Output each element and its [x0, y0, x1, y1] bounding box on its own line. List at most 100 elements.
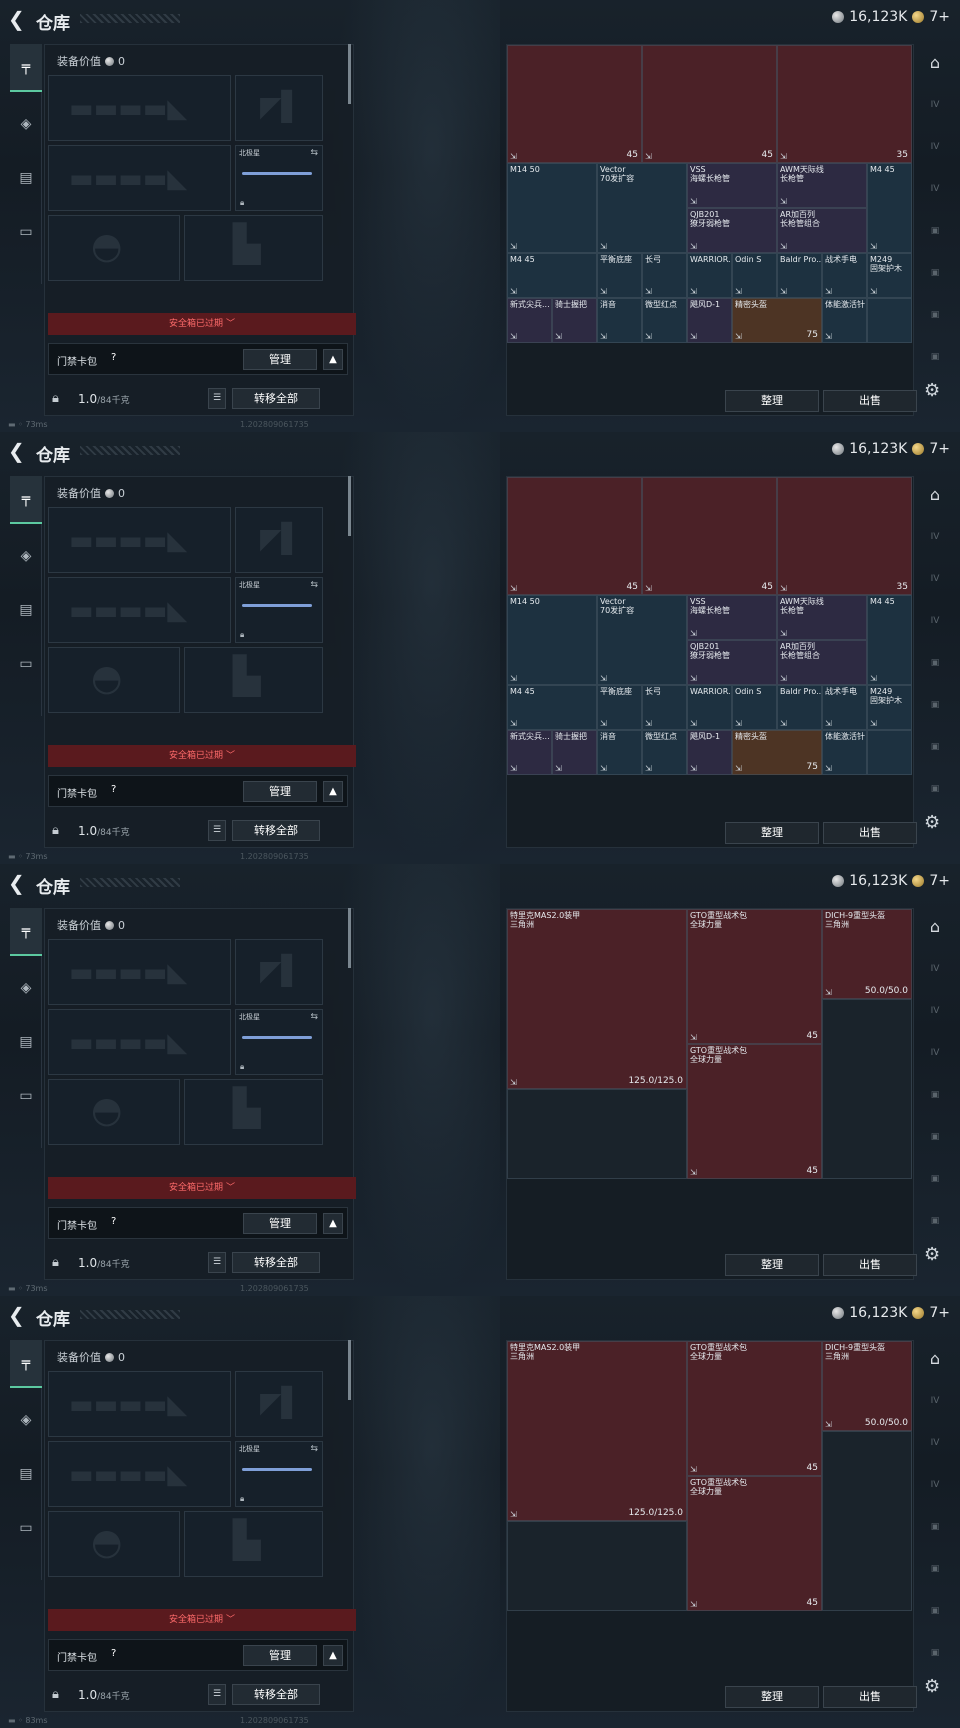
inventory-item[interactable]: 微型红点 ⇲: [642, 298, 687, 343]
secondary-weapon-slot[interactable]: ▬▬▬▬◣: [48, 577, 231, 643]
inventory-item[interactable]: 消音 ⇲: [597, 730, 642, 775]
storage-page-6-icon[interactable]: ▣: [922, 260, 948, 286]
sell-button[interactable]: 出售: [823, 1254, 917, 1276]
storage-page-6-icon[interactable]: ▣: [922, 1556, 948, 1582]
storage-page-5-icon[interactable]: ▣: [922, 650, 948, 676]
storage-page-3-icon[interactable]: IV: [922, 566, 948, 592]
pistol-slot[interactable]: ◤▌: [235, 507, 323, 573]
case-tab-icon[interactable]: ▭: [10, 1072, 42, 1120]
safe-box-expired-bar[interactable]: 安全箱已过期 ﹀: [48, 1609, 356, 1631]
inventory-item[interactable]: 精密头盔 75 ⇲: [732, 730, 822, 775]
storage-page-4-icon[interactable]: IV: [922, 176, 948, 202]
secondary-weapon-slot[interactable]: ▬▬▬▬◣: [48, 1009, 231, 1075]
case-tab-icon[interactable]: ▭: [10, 640, 42, 688]
help-icon[interactable]: ?: [111, 1216, 116, 1227]
armor-tab-icon[interactable]: ◈: [10, 1396, 42, 1444]
inventory-item[interactable]: 长弓 ⇲: [642, 253, 687, 298]
sort-button[interactable]: 整理: [725, 822, 819, 844]
inventory-item[interactable]: 特里克MAS2.0装甲 三角洲 125.0/125.0 ⇲: [507, 1341, 687, 1521]
safe-box-expired-bar[interactable]: 安全箱已过期 ﹀: [48, 745, 356, 767]
storage-page-3-icon[interactable]: IV: [922, 134, 948, 160]
inventory-item[interactable]: GTO重型战术包 全球力量 45 ⇲: [687, 1341, 822, 1476]
swap-icon[interactable]: ⇆: [310, 1444, 318, 1454]
inventory-item[interactable]: M14 50 ⇲: [507, 163, 597, 253]
swap-icon[interactable]: ⇆: [310, 1012, 318, 1022]
armor-tab-icon[interactable]: ◈: [10, 532, 42, 580]
back-chevron-icon[interactable]: ❮: [8, 1303, 25, 1327]
pistol-slot[interactable]: ◤▌: [235, 1371, 323, 1437]
sell-button[interactable]: 出售: [823, 1686, 917, 1708]
inventory-item[interactable]: 特里克MAS2.0装甲 三角洲 125.0/125.0 ⇲: [507, 909, 687, 1089]
gear-icon[interactable]: ⚙: [924, 1676, 940, 1697]
list-view-icon[interactable]: ☰: [208, 820, 226, 841]
transfer-all-button[interactable]: 转移全部: [232, 1252, 320, 1273]
inventory-item[interactable]: Baldr Pro... ⇲: [777, 685, 822, 730]
inventory-item[interactable]: 长弓 ⇲: [642, 685, 687, 730]
expand-caret-button[interactable]: ▲: [323, 781, 343, 802]
inventory-item[interactable]: DICH-9重型头盔 三角洲 50.0/50.0 ⇲: [822, 909, 912, 999]
expand-caret-button[interactable]: ▲: [323, 1645, 343, 1666]
inventory-item[interactable]: 45 ⇲: [642, 45, 777, 163]
manage-button[interactable]: 管理: [243, 1645, 317, 1666]
inventory-item[interactable]: 骑士握把 ⇲: [552, 730, 597, 775]
armor-slot[interactable]: ▙: [184, 647, 323, 713]
weapon-tab-icon[interactable]: ╤: [10, 44, 42, 92]
inventory-item[interactable]: M4 45 ⇲: [867, 595, 912, 685]
inventory-item[interactable]: 35 ⇲: [777, 45, 912, 163]
storage-page-1-icon[interactable]: ⌂: [922, 914, 948, 940]
storage-page-6-icon[interactable]: ▣: [922, 692, 948, 718]
inventory-item[interactable]: 微型红点 ⇲: [642, 730, 687, 775]
storage-page-8-icon[interactable]: ▣: [922, 776, 948, 802]
swap-icon[interactable]: ⇆: [310, 580, 318, 590]
transfer-all-button[interactable]: 转移全部: [232, 1684, 320, 1705]
helmet-slot[interactable]: ◓: [48, 647, 180, 713]
primary-weapon-slot[interactable]: ▬▬▬▬◣: [48, 1371, 231, 1437]
back-chevron-icon[interactable]: ❮: [8, 7, 25, 31]
inventory-item[interactable]: QJB201 獠牙弱枪管 ⇲: [687, 208, 777, 253]
storage-page-5-icon[interactable]: ▣: [922, 218, 948, 244]
helmet-slot[interactable]: ◓: [48, 1079, 180, 1145]
inventory-item[interactable]: Odin S ⇲: [732, 253, 777, 298]
inventory-item[interactable]: VSS 海螺长枪管 ⇲: [687, 163, 777, 208]
storage-page-4-icon[interactable]: IV: [922, 1040, 948, 1066]
case-tab-icon[interactable]: ▭: [10, 1504, 42, 1552]
list-view-icon[interactable]: ☰: [208, 1252, 226, 1273]
armor-slot[interactable]: ▙: [184, 1511, 323, 1577]
weapon-tab-icon[interactable]: ╤: [10, 908, 42, 956]
inventory-item[interactable]: 35 ⇲: [777, 477, 912, 595]
armor-tab-icon[interactable]: ◈: [10, 964, 42, 1012]
storage-page-3-icon[interactable]: IV: [922, 998, 948, 1024]
inventory-item[interactable]: 飓风D-1 ⇲: [687, 730, 732, 775]
inventory-item[interactable]: Vector 70发扩容 ⇲: [597, 595, 687, 685]
primary-weapon-slot[interactable]: ▬▬▬▬◣: [48, 939, 231, 1005]
storage-page-8-icon[interactable]: ▣: [922, 1208, 948, 1234]
gear-icon[interactable]: ⚙: [924, 812, 940, 833]
inventory-item[interactable]: Baldr Pro... ⇲: [777, 253, 822, 298]
storage-page-4-icon[interactable]: IV: [922, 1472, 948, 1498]
sell-button[interactable]: 出售: [823, 390, 917, 412]
armor-tab-icon[interactable]: ◈: [10, 100, 42, 148]
primary-weapon-slot[interactable]: ▬▬▬▬◣: [48, 75, 231, 141]
case-tab-icon[interactable]: ▭: [10, 208, 42, 256]
clipboard-tab-icon[interactable]: ▤: [10, 1450, 42, 1498]
inventory-item[interactable]: AR加百列 长枪管组合 ⇲: [777, 208, 867, 253]
pistol-slot[interactable]: ◤▌: [235, 75, 323, 141]
storage-page-8-icon[interactable]: ▣: [922, 344, 948, 370]
clipboard-tab-icon[interactable]: ▤: [10, 1018, 42, 1066]
inventory-item[interactable]: 战术手电 ⇲: [822, 253, 867, 298]
list-view-icon[interactable]: ☰: [208, 388, 226, 409]
swap-icon[interactable]: ⇆: [310, 148, 318, 158]
pistol-slot[interactable]: ◤▌: [235, 939, 323, 1005]
melee-slot[interactable]: 北极星 ⇆ 🔒︎: [235, 1441, 323, 1507]
storage-page-7-icon[interactable]: ▣: [922, 302, 948, 328]
inventory-item[interactable]: M4 45 ⇲: [507, 685, 597, 730]
inventory-item[interactable]: VSS 海螺长枪管 ⇲: [687, 595, 777, 640]
inventory-item[interactable]: M249 固架护木 ⇲: [867, 685, 912, 730]
clipboard-tab-icon[interactable]: ▤: [10, 154, 42, 202]
inventory-item[interactable]: M4 45 ⇲: [867, 163, 912, 253]
sell-button[interactable]: 出售: [823, 822, 917, 844]
armor-slot[interactable]: ▙: [184, 1079, 323, 1145]
inventory-item[interactable]: AR加百列 长枪管组合 ⇲: [777, 640, 867, 685]
equipment-scrollbar[interactable]: [348, 1340, 351, 1400]
inventory-item[interactable]: WARRIOR.. ⇲: [687, 253, 732, 298]
